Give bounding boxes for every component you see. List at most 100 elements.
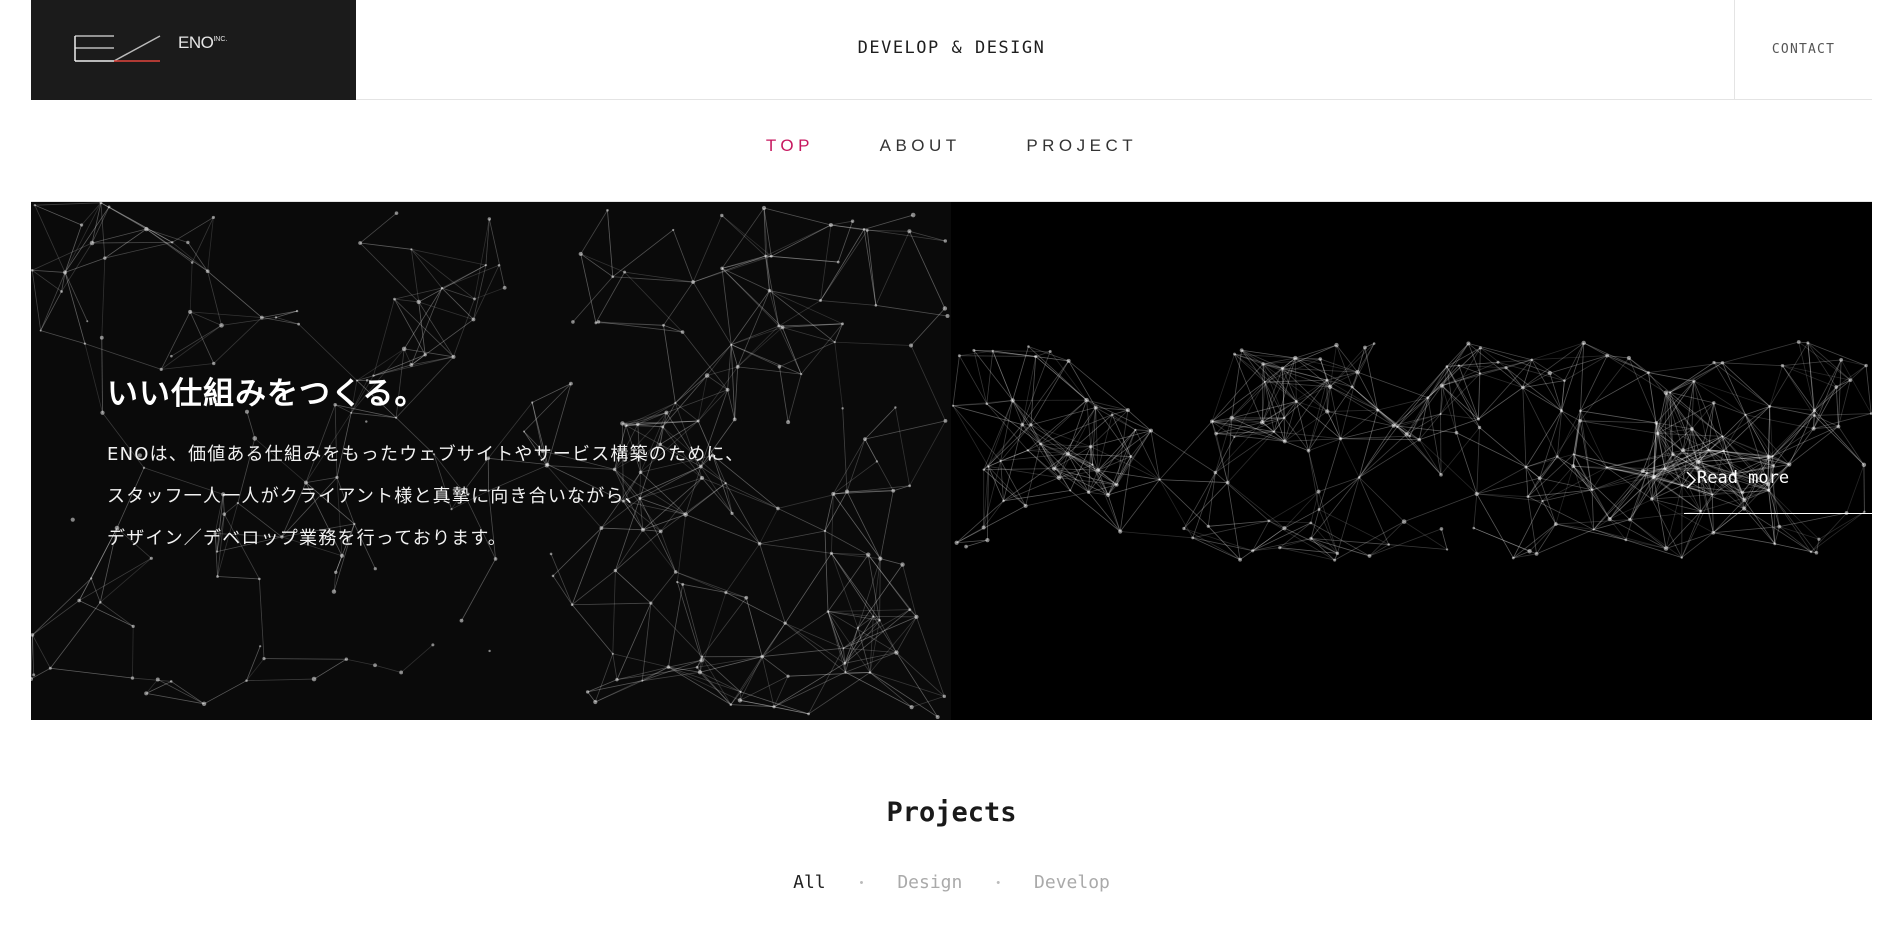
- mesh-node: [664, 410, 669, 415]
- mesh-node: [169, 680, 173, 683]
- mesh-line: [769, 290, 821, 301]
- mesh-node: [1191, 536, 1195, 540]
- mesh-node: [1316, 489, 1321, 494]
- contact-link[interactable]: CONTACT: [1734, 0, 1872, 99]
- mesh-line: [1542, 489, 1593, 502]
- mesh-line: [78, 600, 134, 627]
- mesh-line: [1340, 438, 1420, 441]
- mesh-line: [668, 666, 741, 701]
- logo[interactable]: ENOINC.: [31, 0, 356, 100]
- mesh-line: [1329, 386, 1378, 411]
- mesh-line: [1358, 426, 1398, 478]
- filter-design[interactable]: Design: [897, 872, 962, 893]
- mesh-node: [891, 488, 896, 493]
- mesh-node: [186, 240, 190, 245]
- mesh-line: [879, 490, 894, 559]
- mesh-line: [831, 553, 859, 628]
- mesh-node: [1239, 348, 1244, 353]
- mesh-node: [1335, 551, 1340, 556]
- mesh-line: [1264, 357, 1296, 383]
- mesh-node: [942, 306, 948, 311]
- mesh-line: [1813, 386, 1837, 416]
- mesh-node: [985, 538, 990, 543]
- mesh-node: [1210, 419, 1214, 424]
- mesh-node: [1401, 519, 1407, 524]
- mesh-node: [395, 416, 398, 419]
- mesh-line: [1310, 522, 1338, 554]
- mesh-line: [1120, 531, 1193, 539]
- mesh-line: [580, 210, 608, 255]
- mesh-line: [1580, 372, 1649, 412]
- mesh-line: [808, 672, 871, 715]
- mesh-line: [624, 271, 694, 283]
- mesh-line: [187, 242, 208, 272]
- mesh-line: [104, 241, 173, 259]
- mesh-node: [1457, 364, 1460, 367]
- mesh-line: [189, 311, 215, 364]
- nav-top[interactable]: TOP: [766, 136, 814, 156]
- mesh-node: [863, 437, 867, 442]
- mesh-node: [1338, 437, 1343, 441]
- mesh-node: [451, 354, 456, 359]
- mesh-line: [32, 634, 35, 675]
- mesh-line: [145, 679, 159, 694]
- mesh-line: [1713, 532, 1775, 545]
- mesh-node: [1110, 413, 1114, 416]
- nav-project[interactable]: PROJECT: [1026, 136, 1137, 156]
- filter-all[interactable]: All: [793, 872, 826, 893]
- mesh-node: [673, 570, 678, 574]
- mesh-line: [132, 626, 134, 679]
- mesh-node: [523, 430, 526, 433]
- mesh-node: [1504, 366, 1508, 370]
- mesh-node: [33, 203, 37, 207]
- mesh-line: [782, 326, 835, 343]
- mesh-line: [697, 389, 728, 422]
- mesh-node: [1626, 355, 1632, 361]
- mesh-line: [721, 215, 772, 257]
- mesh-node: [1282, 439, 1287, 444]
- mesh-line: [1807, 342, 1851, 381]
- mesh-line: [1476, 427, 1480, 494]
- mesh-node: [1474, 491, 1479, 496]
- mesh-line: [800, 323, 843, 375]
- mesh-line: [771, 224, 832, 257]
- mesh-node: [1325, 378, 1329, 382]
- mesh-node: [1439, 527, 1444, 531]
- mesh-node: [943, 419, 948, 423]
- mesh-line: [1480, 347, 1507, 369]
- read-more-button[interactable]: Read more: [1684, 464, 1872, 514]
- mesh-node: [951, 404, 955, 407]
- mesh-node: [1396, 425, 1399, 429]
- mesh-node: [606, 208, 609, 212]
- mesh-line: [1769, 405, 1815, 411]
- mesh-line: [864, 438, 878, 462]
- mesh-line: [650, 602, 703, 658]
- mesh-node: [943, 239, 948, 243]
- mesh-line: [706, 366, 738, 376]
- mesh-line: [663, 325, 676, 404]
- mesh-line: [394, 298, 419, 303]
- mesh-line: [1396, 366, 1448, 428]
- mesh-node: [334, 570, 338, 574]
- mesh-node: [910, 212, 916, 218]
- mesh-line: [1097, 414, 1113, 471]
- mesh-node: [1272, 430, 1276, 433]
- filter-develop[interactable]: Develop: [1034, 872, 1110, 893]
- mesh-node: [757, 541, 762, 546]
- mesh-node: [1537, 476, 1542, 481]
- mesh-line: [1609, 518, 1667, 549]
- logo-mark-icon: [74, 35, 161, 62]
- mesh-line: [1713, 362, 1746, 415]
- mesh-line: [1027, 446, 1091, 451]
- mesh-line: [1769, 365, 1783, 407]
- mesh-line: [146, 681, 172, 694]
- nav-about[interactable]: ABOUT: [880, 136, 961, 156]
- mesh-node: [170, 354, 173, 358]
- mesh-node: [1367, 554, 1372, 558]
- mesh-line: [869, 672, 945, 697]
- mesh-line: [731, 325, 779, 346]
- mesh-line: [550, 553, 573, 605]
- mesh-node: [431, 643, 435, 647]
- mesh-node: [258, 577, 261, 581]
- mesh-line: [916, 616, 945, 697]
